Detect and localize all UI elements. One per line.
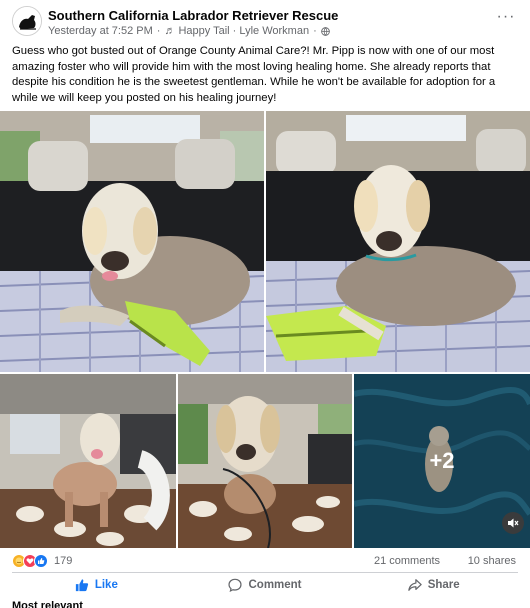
engagement-row: 179 21 comments 10 shares <box>12 553 518 571</box>
music-note-icon: ♬ <box>164 25 176 37</box>
meta-separator: · <box>156 25 161 37</box>
page-name[interactable]: Southern California Labrador Retriever R… <box>48 8 338 23</box>
post-music[interactable]: Happy Tail · Lyle Workman <box>178 25 309 37</box>
shares-count[interactable]: 10 shares <box>468 555 516 567</box>
comment-label: Comment <box>248 579 302 591</box>
speaker-muted-icon <box>508 518 519 528</box>
post-meta: Yesterday at 7:52 PM · ♬ Happy Tail · Ly… <box>48 25 330 37</box>
post-photo-4[interactable] <box>178 374 352 548</box>
globe-icon <box>320 26 330 36</box>
like-button[interactable]: Like <box>12 574 181 596</box>
avatar[interactable] <box>12 6 42 36</box>
action-bar: Like Comment Share <box>12 574 518 596</box>
share-arrow-icon <box>407 579 422 591</box>
like-reaction-icon <box>34 554 48 568</box>
post-photo-1[interactable] <box>0 111 264 372</box>
post-video-thumbnail[interactable]: +2 <box>354 374 530 548</box>
post-card: Southern California Labrador Retriever R… <box>0 0 530 608</box>
post-photo-2[interactable] <box>266 111 530 372</box>
post-photo-3[interactable] <box>0 374 176 548</box>
share-label: Share <box>427 579 460 591</box>
post-header: Southern California Labrador Retriever R… <box>12 6 518 38</box>
more-options-button[interactable]: ··· <box>494 9 518 30</box>
mute-button[interactable] <box>502 512 524 534</box>
reaction-count[interactable]: 179 <box>54 555 72 567</box>
post-time[interactable]: Yesterday at 7:52 PM <box>48 25 153 37</box>
thumbs-up-icon <box>75 579 88 592</box>
comments-sort-dropdown[interactable]: Most relevant <box>12 600 83 608</box>
comments-count[interactable]: 21 comments <box>374 555 440 567</box>
comment-bubble-icon <box>228 578 243 592</box>
reaction-icons[interactable] <box>12 554 48 568</box>
comment-button[interactable]: Comment <box>181 574 350 596</box>
meta-separator-2: · <box>313 25 317 37</box>
like-label: Like <box>94 579 118 591</box>
share-button[interactable]: Share <box>349 574 518 596</box>
divider <box>12 572 518 573</box>
post-text: Guess who got busted out of Orange Count… <box>12 45 496 104</box>
